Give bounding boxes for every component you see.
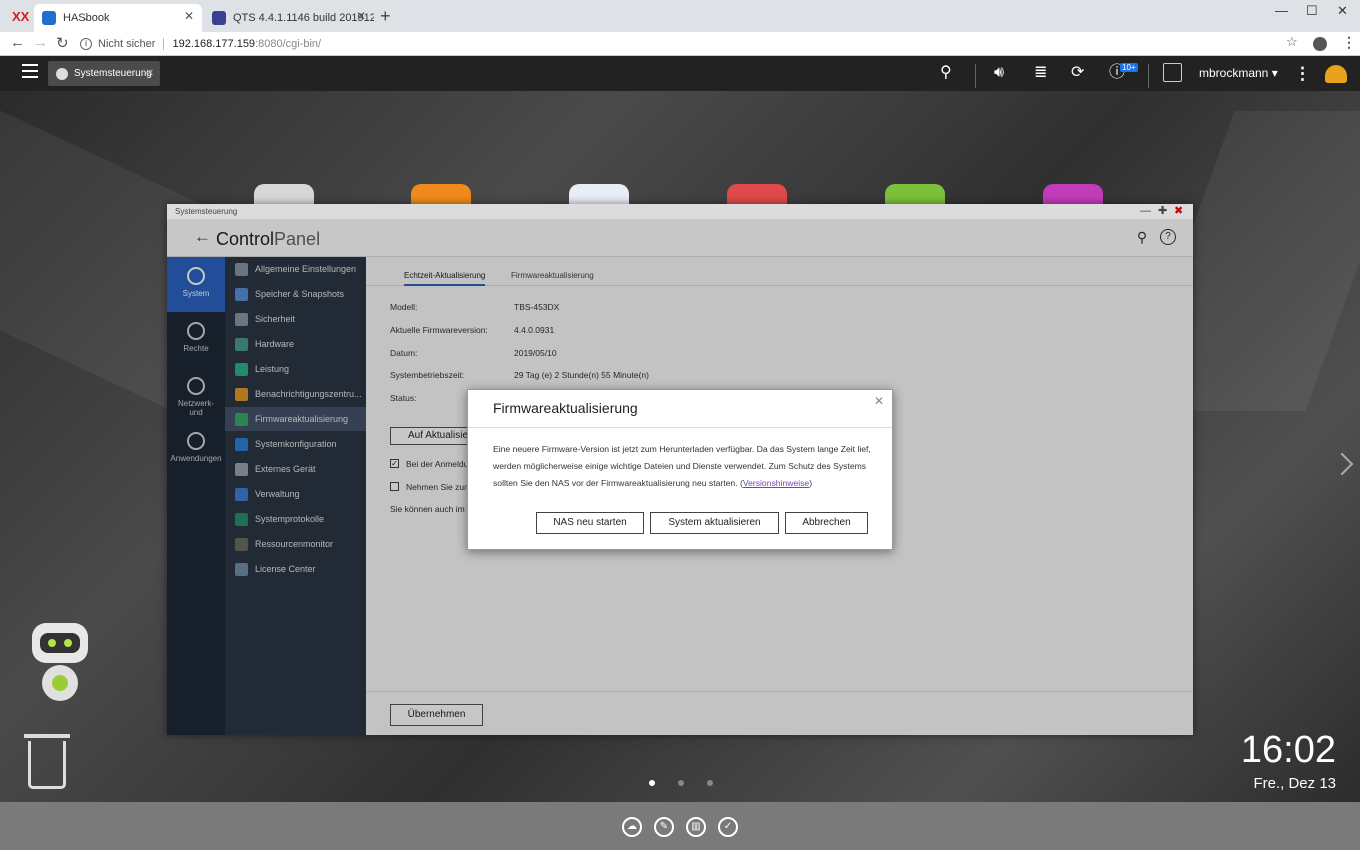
browser-logo-icon: XX	[12, 9, 30, 24]
tools-icon[interactable]: ✎	[654, 817, 674, 837]
page-dot[interactable]	[707, 780, 713, 786]
dialog-message: Eine neuere Firmware-Version ist jetzt z…	[493, 441, 878, 492]
trash-lid	[24, 734, 70, 738]
user-avatar-icon[interactable]	[1163, 63, 1182, 82]
more-options-icon[interactable]: ⋮	[1294, 64, 1311, 84]
page-dot[interactable]	[678, 780, 684, 786]
book-icon[interactable]: ▥	[686, 817, 706, 837]
restart-nas-button[interactable]: NAS neu starten	[536, 512, 644, 534]
next-page-arrow-icon[interactable]	[1330, 452, 1354, 476]
user-menu[interactable]: mbrockmann ▾	[1199, 66, 1278, 80]
taskbar-app-label: Systemsteuerung	[74, 68, 152, 79]
release-notes-link[interactable]: Versionshinweise	[743, 478, 809, 488]
browser-tab-hasbook[interactable]: HAS̵book ✕	[34, 4, 202, 32]
dialog-title: Firmwareaktualisierung	[493, 400, 638, 416]
page-dot-active[interactable]	[649, 780, 655, 786]
maximize-icon[interactable]: ✚	[1158, 204, 1167, 219]
search-icon[interactable]: ⚲	[940, 63, 952, 83]
cloud-icon[interactable]: ☁	[622, 817, 642, 837]
message-end: )	[809, 478, 813, 488]
minimize-icon[interactable]: —	[1140, 204, 1151, 219]
username: mbrockmann	[1199, 66, 1269, 80]
new-tab-icon[interactable]: +	[380, 7, 391, 25]
gear-icon	[56, 67, 68, 80]
divider	[1148, 64, 1149, 88]
profile-icon[interactable]	[1313, 37, 1327, 51]
qts-favicon-icon	[212, 11, 226, 25]
bottom-dock: ☁ ✎ ▥ ✓	[0, 802, 1360, 850]
close-icon[interactable]: ✕	[874, 394, 884, 408]
close-icon[interactable]: ✖	[1174, 204, 1183, 219]
reload-icon[interactable]: ↻	[56, 34, 69, 52]
qboost-robot-icon[interactable]	[24, 623, 96, 709]
clock-time: 16:02	[1240, 729, 1336, 771]
security-label: Nicht sicher	[98, 38, 165, 50]
taskbar-app-systemsteuerung[interactable]: Systemsteuerung ✕	[48, 61, 160, 86]
qnap-favicon-icon	[42, 11, 56, 25]
external-devices-icon[interactable]: ⟳	[1071, 63, 1084, 83]
close-app-icon[interactable]: ✕	[146, 68, 154, 79]
close-tab-icon[interactable]: ✕	[184, 9, 194, 23]
info-icon: i	[80, 38, 92, 50]
url-host: 192.168.177.159	[172, 38, 256, 50]
update-system-button[interactable]: System aktualisieren	[650, 512, 779, 534]
qts-taskbar: Systemsteuerung ✕ ⚲ 🔊︎ ≣ ⟳ ⓘ 10+ mbrockm…	[0, 56, 1360, 91]
url-path: :8080/cgi-bin/	[255, 38, 322, 50]
forward-arrow-icon[interactable]: →	[33, 34, 48, 51]
clock-date: Fre., Dez 13	[1253, 775, 1336, 792]
browser-tab-label: HAS̵book	[63, 12, 110, 24]
window-titlebar[interactable]: Systemsteuerung — ✚ ✖	[167, 204, 1193, 219]
browser-menu-icon[interactable]: ⋮	[1342, 34, 1356, 51]
background-tasks-icon[interactable]: ≣	[1034, 63, 1047, 83]
divider	[468, 427, 892, 428]
browser-tab-qts[interactable]: QTS 4.4.1.1146 build 20191206 | ✕	[204, 4, 374, 32]
close-window-icon[interactable]: ✕	[1337, 3, 1348, 19]
desktop-clock: 16:02 Fre., Dez 13	[1241, 731, 1336, 792]
browser-tab-bar: XX HAS̵book ✕ QTS 4.4.1.1146 build 20191…	[0, 0, 1360, 32]
cancel-button[interactable]: Abbrechen	[785, 512, 868, 534]
close-tab-icon[interactable]: ✕	[356, 9, 366, 23]
trash-icon[interactable]	[28, 741, 66, 789]
maximize-window-icon[interactable]: ☐	[1306, 3, 1318, 19]
url-field[interactable]: i Nicht sicher 192.168.177.159 :8080/cgi…	[80, 34, 1310, 54]
back-arrow-icon[interactable]: ←	[10, 34, 25, 51]
window-title: Systemsteuerung	[175, 207, 238, 216]
browser-tab-label: QTS 4.4.1.1146 build 20191206 |	[233, 12, 374, 24]
minimize-window-icon[interactable]: —	[1275, 3, 1288, 18]
volume-icon[interactable]: 🔊︎	[994, 63, 1004, 83]
firmware-update-dialog: Firmwareaktualisierung ✕ Eine neuere Fir…	[467, 389, 893, 550]
dashboard-gauge-icon[interactable]	[1325, 65, 1347, 83]
notes-icon[interactable]: ✓	[718, 817, 738, 837]
main-menu-icon[interactable]	[22, 64, 38, 78]
notification-badge: 10+	[1120, 63, 1138, 72]
address-bar: ← → ↻ i Nicht sicher 192.168.177.159 :80…	[0, 32, 1360, 56]
bookmark-star-icon[interactable]: ☆	[1286, 34, 1298, 50]
message-text: Eine neuere Firmware-Version ist jetzt z…	[493, 444, 871, 488]
divider	[975, 64, 976, 88]
